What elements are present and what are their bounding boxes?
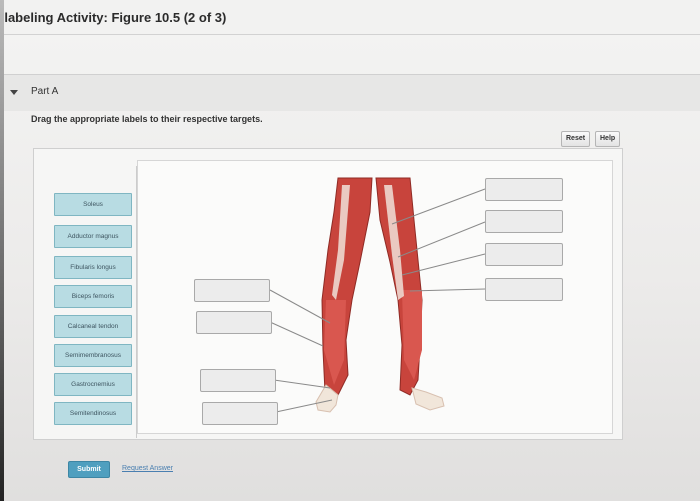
request-answer-link[interactable]: Request Answer	[122, 465, 173, 472]
submit-button[interactable]: Submit	[68, 461, 110, 478]
drop-target-right-2[interactable]	[485, 210, 563, 233]
page: -labeling Activity: Figure 10.5 (2 of 3)…	[0, 0, 700, 501]
drop-target-right-4[interactable]	[485, 278, 563, 301]
drop-target-left-4[interactable]	[202, 402, 278, 425]
posterior-leg-muscles-illustration	[269, 177, 486, 413]
drop-target-right-3[interactable]	[485, 243, 563, 266]
drop-target-right-1[interactable]	[485, 178, 563, 201]
photo-edge	[0, 0, 4, 501]
drop-target-left-3[interactable]	[200, 369, 276, 392]
drop-target-left-1[interactable]	[194, 279, 270, 302]
drop-target-left-2[interactable]	[196, 311, 272, 334]
